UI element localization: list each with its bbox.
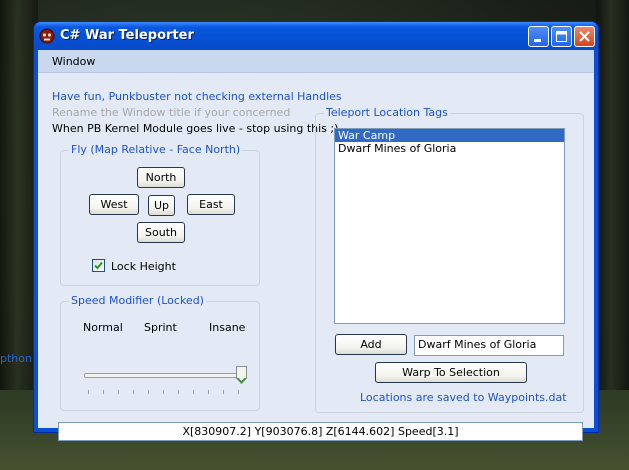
close-button[interactable] bbox=[574, 26, 595, 47]
slider-tick bbox=[133, 390, 134, 394]
window-title: C# War Teleporter bbox=[60, 28, 194, 43]
location-list[interactable]: War Camp Dwarf Mines of Gloria bbox=[334, 128, 565, 324]
window-client: Window Have fun, Punkbuster not checking… bbox=[38, 50, 594, 441]
saved-note: Locations are saved to Waypoints.dat bbox=[360, 391, 567, 404]
speed-label-normal: Normal bbox=[83, 321, 123, 334]
teleport-group-label: Teleport Location Tags bbox=[324, 106, 450, 119]
close-icon bbox=[579, 31, 590, 42]
app-window: C# War Teleporter Window Have fun, Punkb… bbox=[34, 22, 598, 441]
app-icon bbox=[39, 28, 55, 44]
slider-tick bbox=[103, 390, 104, 394]
warp-to-selection-button[interactable]: Warp To Selection bbox=[375, 362, 527, 383]
speed-group-label: Speed Modifier (Locked) bbox=[69, 294, 206, 307]
speed-label-insane: Insane bbox=[209, 321, 246, 334]
lock-height-label: Lock Height bbox=[111, 260, 176, 273]
slider-tick bbox=[193, 390, 194, 394]
slider-tick bbox=[118, 390, 119, 394]
menu-window[interactable]: Window bbox=[52, 55, 95, 68]
title-bar[interactable]: C# War Teleporter bbox=[34, 22, 598, 50]
menu-bar: Window bbox=[38, 50, 594, 73]
maximize-icon bbox=[556, 31, 567, 42]
slider-tick bbox=[148, 390, 149, 394]
lock-height-checkbox[interactable] bbox=[92, 259, 105, 272]
speed-slider-thumb[interactable] bbox=[236, 366, 247, 384]
info-line-3: When PB Kernel Module goes live - stop u… bbox=[52, 122, 339, 135]
speed-group: Speed Modifier (Locked) bbox=[60, 294, 260, 411]
speed-label-sprint: Sprint bbox=[144, 321, 177, 334]
north-button[interactable]: North bbox=[137, 167, 185, 188]
list-item[interactable]: War Camp bbox=[335, 129, 564, 142]
east-button[interactable]: East bbox=[187, 194, 235, 215]
slider-tick bbox=[178, 390, 179, 394]
slider-tick bbox=[223, 390, 224, 394]
info-line-2: Rename the Window title if your concerne… bbox=[52, 106, 291, 119]
speed-slider-track[interactable] bbox=[84, 373, 244, 378]
slider-tick bbox=[208, 390, 209, 394]
maximize-button[interactable] bbox=[551, 26, 572, 47]
up-button[interactable]: Up bbox=[148, 195, 175, 216]
add-button[interactable]: Add bbox=[335, 334, 407, 355]
checkmark-icon bbox=[94, 261, 103, 270]
slider-tick bbox=[163, 390, 164, 394]
background-text: pthon bbox=[0, 352, 32, 365]
west-button[interactable]: West bbox=[89, 194, 139, 215]
fly-group-label: Fly (Map Relative - Face North) bbox=[69, 143, 243, 156]
location-name-input[interactable]: Dwarf Mines of Gloria bbox=[414, 335, 564, 356]
info-line-1: Have fun, Punkbuster not checking extern… bbox=[52, 90, 342, 103]
south-button[interactable]: South bbox=[137, 222, 185, 243]
slider-tick bbox=[88, 390, 89, 394]
minimize-icon bbox=[534, 39, 541, 42]
list-item[interactable]: Dwarf Mines of Gloria bbox=[335, 142, 564, 155]
minimize-button[interactable] bbox=[528, 26, 549, 47]
status-bar: X[830907.2] Y[903076.8] Z[6144.602] Spee… bbox=[58, 422, 583, 441]
slider-tick bbox=[238, 390, 239, 394]
